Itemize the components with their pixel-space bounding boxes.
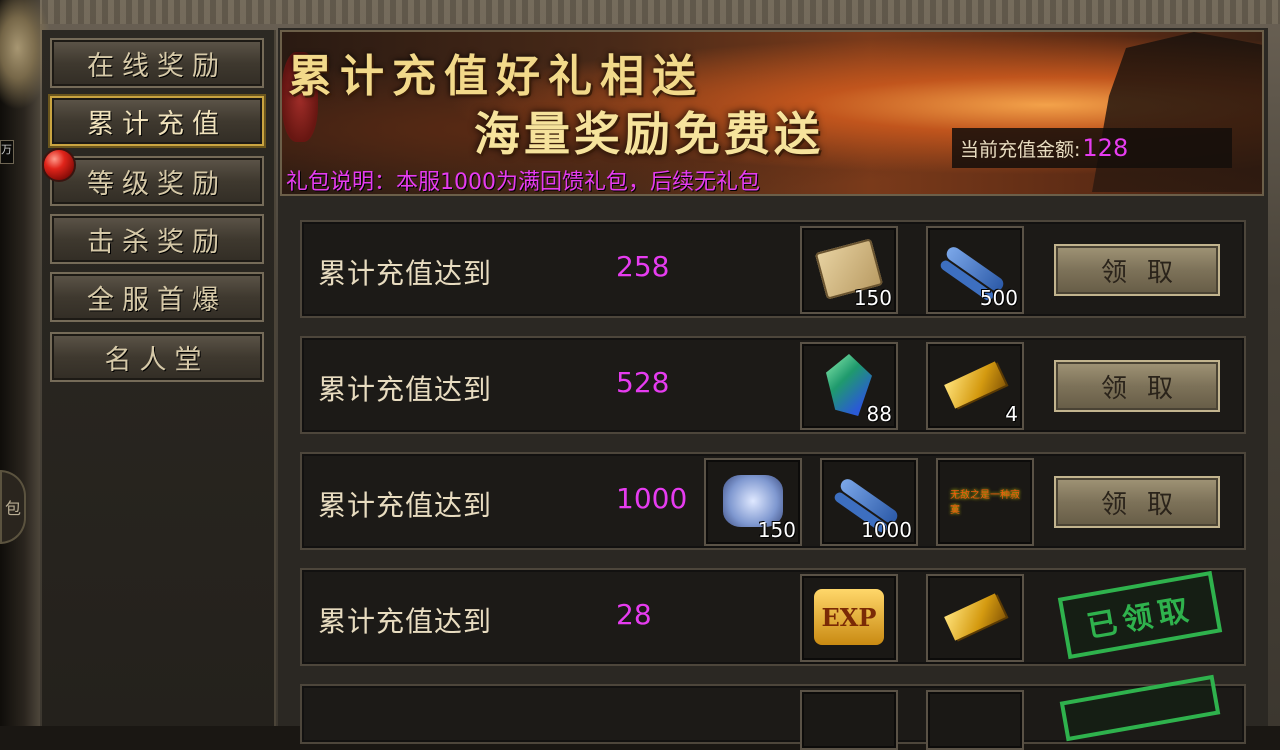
item-count: 150 [853, 286, 892, 310]
gift-pack-description: 礼包说明：本服1000为满回馈礼包，后续无礼包 [286, 170, 760, 195]
sidebar-item-kill-reward[interactable]: 击杀奖励 [50, 214, 264, 264]
reward-threshold: 1000 [616, 482, 688, 515]
gold-bar-icon [944, 361, 1006, 409]
banner-title: 累计充值好礼相送 [288, 51, 704, 102]
current-recharge-label: 当前充值金额: [960, 138, 1081, 161]
title-icon: 无敌之是一种寂寞 [950, 490, 1020, 516]
current-recharge-box: 当前充值金额: 128 [952, 128, 1232, 168]
reward-item-slot[interactable]: 150 [800, 226, 898, 314]
gem-icon [826, 354, 872, 416]
reward-row-label: 累计充值达到 [318, 489, 493, 522]
reward-row-label: 累计充值达到 [318, 373, 493, 406]
reward-threshold: 528 [616, 366, 670, 399]
item-count: 1000 [861, 518, 912, 542]
claim-button[interactable]: 领取 [1054, 244, 1220, 296]
reward-row [300, 674, 1246, 750]
reward-row: 累计充值达到 528 88 4 领取 [300, 336, 1246, 434]
item-count: 150 [757, 518, 796, 542]
reward-item-slot[interactable]: 150 [704, 458, 802, 546]
notification-dot-icon [42, 148, 76, 182]
claim-button[interactable]: 领取 [1054, 476, 1220, 528]
reward-item-slot[interactable]: 1000 [820, 458, 918, 546]
claimed-stamp: 已领取 [1057, 570, 1223, 660]
side-chip: 万 [0, 140, 14, 164]
frame-top-border [0, 0, 1280, 24]
reward-row-label: 累计充值达到 [318, 605, 493, 638]
reward-threshold: 258 [616, 250, 670, 283]
reward-item-slot[interactable]: 88 [800, 342, 898, 430]
pagoda-icon [1092, 32, 1262, 192]
item-count: 88 [866, 402, 892, 426]
sidebar-item-online-reward[interactable]: 在线奖励 [50, 38, 264, 88]
banner-subtitle: 海量奖励免费送 [474, 107, 824, 161]
current-recharge-value: 128 [1082, 134, 1129, 162]
reward-row: 累计充值达到 1000 150 1000 无敌之是一种寂寞 领取 [300, 452, 1246, 550]
claimed-stamp-partial [1059, 674, 1221, 742]
reward-item-slot[interactable]: EXP [800, 574, 898, 662]
exp-icon: EXP [814, 589, 884, 645]
reward-item-slot[interactable]: 500 [926, 226, 1024, 314]
sidebar-item-cumulative-recharge[interactable]: 累计充值 [50, 96, 264, 146]
reward-row: 累计充值达到 258 150 500 领取 [300, 220, 1246, 318]
sidebar-item-level-reward[interactable]: 等级奖励 [50, 156, 264, 206]
banner: 累计充值好礼相送 海量奖励免费送 礼包说明：本服1000为满回馈礼包，后续无礼包… [280, 30, 1264, 196]
reward-item-slot[interactable] [926, 690, 1024, 750]
gold-bar-icon [944, 593, 1006, 641]
reward-threshold: 28 [616, 598, 652, 631]
reward-item-slot[interactable]: 无敌之是一种寂寞 [936, 458, 1034, 546]
sidebar: 在线奖励 累计充值 等级奖励 击杀奖励 全服首爆 名人堂 [42, 30, 276, 726]
reward-item-slot[interactable] [800, 690, 898, 750]
reward-row-label: 累计充值达到 [318, 257, 493, 290]
main-panel: 累计充值好礼相送 海量奖励免费送 礼包说明：本服1000为满回馈礼包，后续无礼包… [278, 28, 1268, 750]
reward-item-slot[interactable]: 4 [926, 342, 1024, 430]
item-count: 4 [1005, 402, 1018, 426]
sidebar-item-server-first-drop[interactable]: 全服首爆 [50, 272, 264, 322]
sidebar-item-hall-of-fame[interactable]: 名人堂 [50, 332, 264, 382]
reward-row: 累计充值达到 28 EXP 已领取 [300, 568, 1246, 666]
reward-item-slot[interactable] [926, 574, 1024, 662]
item-count: 500 [979, 286, 1018, 310]
claim-button[interactable]: 领取 [1054, 360, 1220, 412]
